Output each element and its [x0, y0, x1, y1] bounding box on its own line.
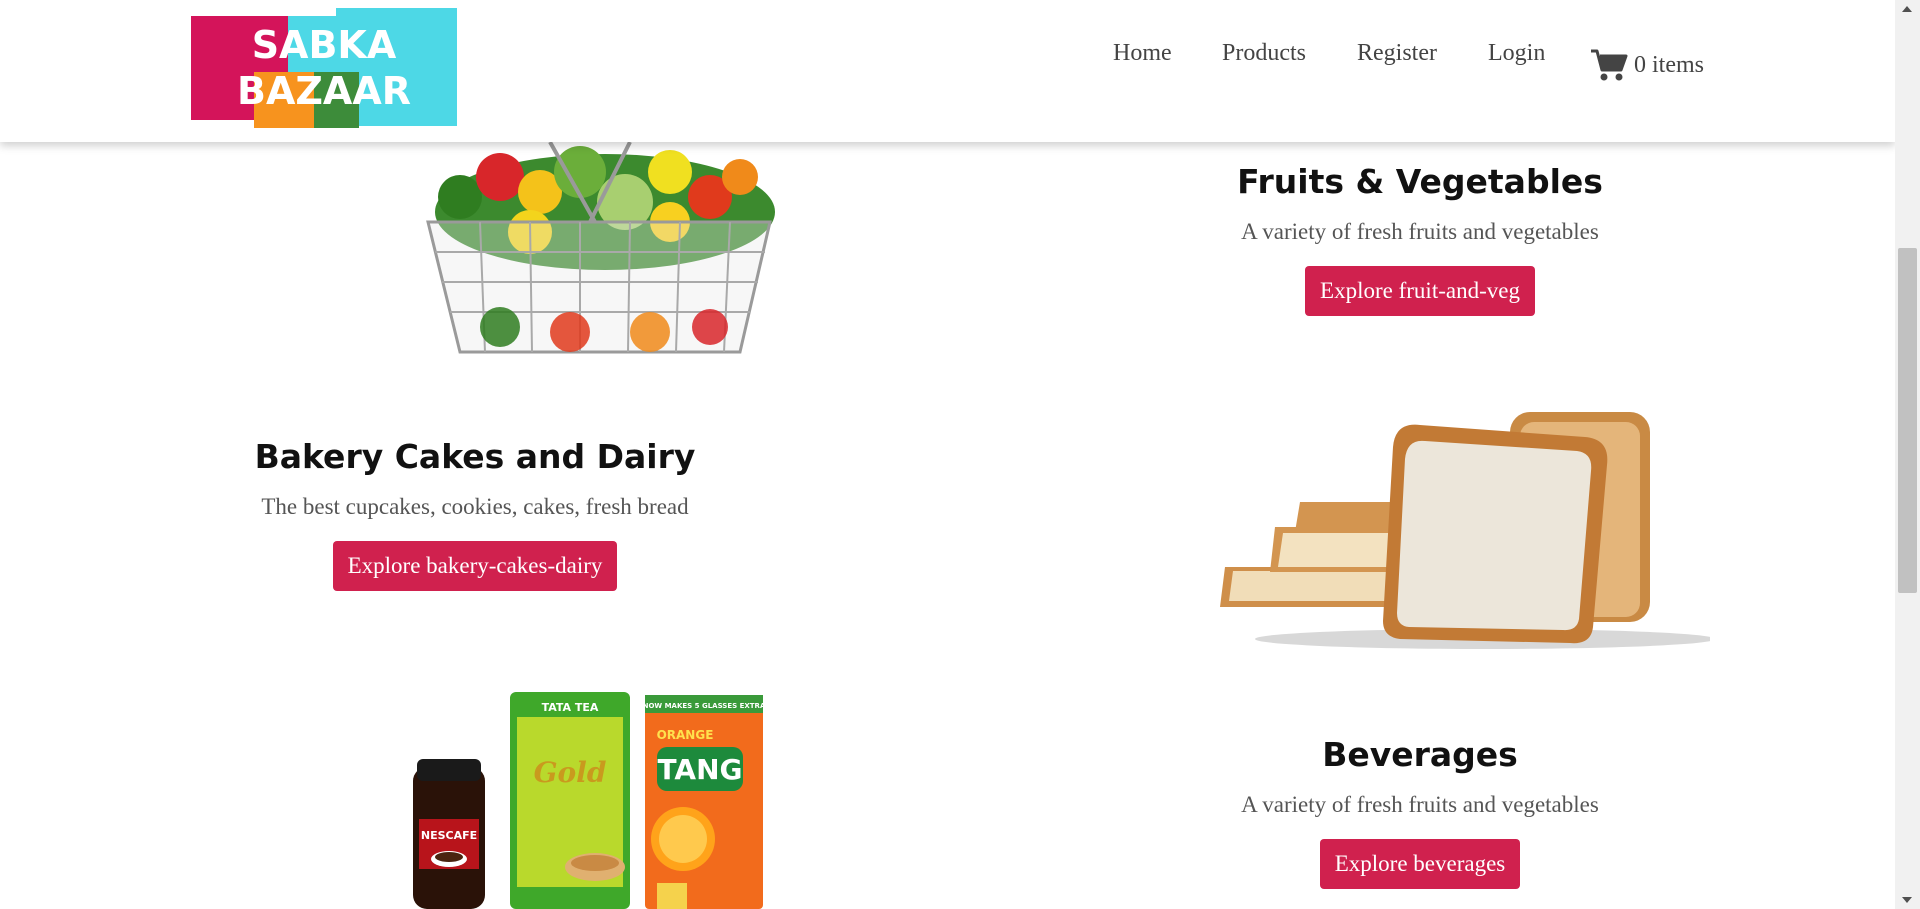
svg-text:Gold: Gold	[534, 756, 607, 789]
shopping-cart-icon	[1591, 49, 1628, 81]
explore-beverages-button[interactable]: Explore beverages	[1319, 839, 1521, 889]
beverage-packs-image: NESCAFE TATA TEA Gold NOW MAKES 5 GLASSE…	[413, 692, 765, 909]
vertical-scrollbar[interactable]	[1895, 0, 1920, 909]
category-beverages: Beverages A variety of fresh fruits and …	[1120, 735, 1720, 889]
nav-products-link[interactable]: Products	[1222, 40, 1306, 67]
explore-fruit-and-veg-button[interactable]: Explore fruit-and-veg	[1305, 266, 1535, 316]
category-description: The best cupcakes, cookies, cakes, fresh…	[261, 494, 689, 519]
category-bakery-cakes-dairy: Bakery Cakes and Dairy The best cupcakes…	[175, 437, 775, 591]
bread-slices-image	[1220, 412, 1710, 649]
nav-register-link[interactable]: Register	[1357, 40, 1437, 67]
cart-count-label: 0 items	[1634, 51, 1704, 78]
explore-bakery-cakes-dairy-button[interactable]: Explore bakery-cakes-dairy	[332, 541, 618, 591]
category-description: A variety of fresh fruits and vegetables	[1241, 219, 1599, 244]
svg-text:TATA TEA: TATA TEA	[542, 701, 599, 714]
svg-text:BAZAAR: BAZAAR	[237, 69, 411, 113]
scroll-up-arrow-icon[interactable]	[1902, 6, 1912, 12]
category-list: Fruits & Vegetables A variety of fresh f…	[0, 142, 1895, 909]
nav-home-link[interactable]: Home	[1113, 40, 1172, 67]
category-title: Fruits & Vegetables	[1237, 162, 1603, 201]
svg-text:NESCAFE: NESCAFE	[421, 829, 477, 842]
svg-text:NOW MAKES 5 GLASSES EXTRA: NOW MAKES 5 GLASSES EXTRA	[643, 702, 765, 710]
cart-button[interactable]: 0 items	[1590, 48, 1704, 82]
category-description: A variety of fresh fruits and vegetables	[1241, 792, 1599, 817]
svg-text:SABKA: SABKA	[252, 23, 397, 67]
svg-text:TANG: TANG	[657, 753, 742, 786]
nav-login-link[interactable]: Login	[1488, 40, 1545, 67]
site-header: SABKA BAZAAR Home Products Register Logi…	[0, 0, 1895, 142]
fruit-basket-image	[426, 142, 775, 354]
category-fruit-and-veg: Fruits & Vegetables A variety of fresh f…	[1120, 162, 1720, 316]
scrollbar-thumb[interactable]	[1898, 248, 1917, 593]
scroll-down-arrow-icon[interactable]	[1902, 897, 1912, 903]
sabka-bazaar-logo[interactable]: SABKA BAZAAR	[191, 8, 457, 128]
category-title: Beverages	[1322, 735, 1518, 774]
svg-text:ORANGE: ORANGE	[657, 728, 714, 742]
category-title: Bakery Cakes and Dairy	[254, 437, 696, 476]
